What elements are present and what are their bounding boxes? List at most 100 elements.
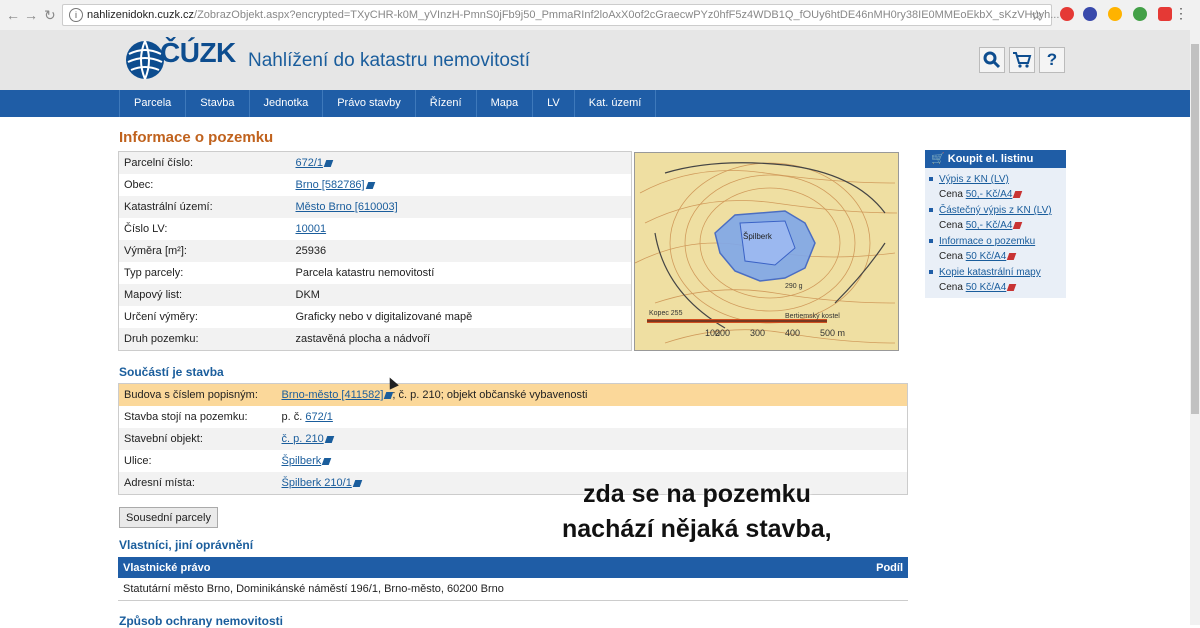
menu-icon[interactable]: ⋮: [1174, 5, 1188, 22]
row-label: Katastrální území:: [118, 196, 291, 218]
price-link[interactable]: 50 Kč/A4: [966, 251, 1007, 262]
nav-item-lv[interactable]: LV: [532, 90, 574, 117]
grammarly-extension-icon[interactable]: [1133, 7, 1147, 21]
table-row: Ulice: Špilberk: [118, 450, 908, 472]
buy-partial-extract-link[interactable]: Částečný výpis z KN (LV): [939, 205, 1052, 216]
opera-extension-icon[interactable]: [1060, 7, 1074, 21]
external-link-icon[interactable]: [365, 181, 375, 189]
row-label: Obec:: [118, 174, 291, 196]
list-item: Částečný výpis z KN (LV) Cena 50,- Kč/A4: [925, 203, 1066, 233]
site-header: ČÚZK Nahlížení do katastru nemovitostí ?: [0, 30, 1190, 90]
cadastral-map-thumbnail[interactable]: 100 200 300 400 500 m Špilberk Bertiemsk…: [634, 152, 899, 351]
browser-toolbar: ← → ↻ i nahlizenidokn.cuzk.cz/ZobrazObje…: [0, 0, 1200, 31]
logo-text[interactable]: ČÚZK: [160, 37, 236, 69]
external-link-icon[interactable]: [323, 159, 334, 167]
row-label: Stavba stojí na pozemku:: [118, 406, 277, 428]
address-bar[interactable]: i nahlizenidokn.cuzk.cz/ZobrazObjekt.asp…: [62, 4, 1059, 26]
map-label: Kopec 255: [649, 310, 683, 317]
row-value: Parcela katastru nemovitostí: [290, 262, 632, 284]
price-link[interactable]: 50 Kč/A4: [966, 282, 1007, 293]
pdf-icon[interactable]: [1013, 190, 1023, 198]
back-icon[interactable]: ←: [6, 7, 20, 23]
building-object-link[interactable]: č. p. 210: [282, 433, 324, 445]
price-link[interactable]: 50,- Kč/A4: [966, 189, 1013, 200]
nav-item-kat-uzemi[interactable]: Kat. území: [573, 90, 657, 117]
nav-item-jednotka[interactable]: Jednotka: [248, 90, 323, 117]
row-label: Ulice:: [118, 450, 277, 472]
external-link-icon[interactable]: [321, 457, 332, 465]
reload-icon[interactable]: ↻: [44, 7, 56, 24]
row-label: Budova s číslem popisným:: [118, 383, 277, 406]
pdf-icon[interactable]: [1007, 252, 1017, 260]
table-row: Parcelní číslo: 672/1: [118, 151, 632, 174]
map-label: Bertiemský kostel: [785, 313, 840, 320]
external-link-icon[interactable]: [324, 435, 334, 443]
site-title: Nahlížení do katastru nemovitostí: [248, 50, 530, 71]
table-row: Katastrální území: Město Brno [610003]: [118, 196, 632, 218]
row-label: Mapový list:: [118, 284, 291, 306]
scrollbar-thumb[interactable]: [1191, 44, 1199, 414]
parcel-info-table: Parcelní číslo: 672/1 Obec: Brno [582786] …: [118, 151, 632, 351]
extension-icon[interactable]: [1108, 7, 1122, 21]
buy-lv-extract-link[interactable]: Výpis z KN (LV): [939, 174, 1009, 185]
url-text: nahlizenidokn.cuzk.cz/ZobrazObjekt.aspx?…: [87, 9, 1059, 21]
owner-cell: Statutární město Brno, Dominikánské námě…: [118, 578, 908, 601]
nav-item-mapa[interactable]: Mapa: [475, 90, 533, 117]
video-subtitle-line-1: zda se na pozemku: [583, 480, 811, 508]
external-link-icon[interactable]: [352, 479, 363, 487]
row-label: Číslo LV:: [118, 218, 291, 240]
buy-document-title: Koupit el. listinu: [947, 153, 1034, 165]
buy-document-panel: 🛒 Koupit el. listinu Výpis z KN (LV) Cena…: [925, 150, 1066, 298]
map-image[interactable]: 100 200 300 400 500 m Špilberk Bertiemsk…: [635, 153, 899, 351]
neighbor-parcels-button[interactable]: Sousední parcely: [119, 507, 218, 528]
forward-icon[interactable]: →: [24, 7, 38, 23]
pdf-icon[interactable]: [1007, 283, 1017, 291]
price-label: Cena: [939, 189, 966, 200]
nav-item-parcela[interactable]: Parcela: [119, 90, 185, 117]
row-label: Stavební objekt:: [118, 428, 277, 450]
buy-map-copy-link[interactable]: Kopie katastrální mapy: [939, 267, 1041, 278]
column-header-share: Podíl: [691, 557, 908, 578]
price-link[interactable]: 50,- Kč/A4: [966, 220, 1013, 231]
table-row: Výměra [m²]: 25936: [118, 240, 632, 262]
table-row: Obec: Brno [582786]: [118, 174, 632, 196]
row-value: ; č. p. 210; objekt občanské vybavenosti: [392, 389, 588, 401]
parcel-number-link[interactable]: 672/1: [296, 157, 324, 169]
municipality-link[interactable]: Brno [582786]: [296, 179, 365, 191]
building-district-link[interactable]: Brno-město [411582]: [282, 389, 384, 401]
table-row: Číslo LV: 10001: [118, 218, 632, 240]
search-icon[interactable]: [979, 47, 1005, 73]
street-link[interactable]: Špilberk: [282, 455, 322, 467]
table-row: Statutární město Brno, Dominikánské námě…: [118, 578, 908, 601]
cadastral-area-link[interactable]: Město Brno [610003]: [296, 201, 398, 213]
map-scale-label: 500 m: [820, 328, 845, 338]
url-path: /ZobrazObjekt.aspx?encrypted=TXyCHR-k0M_…: [194, 9, 1060, 21]
nav-item-pravo-stavby[interactable]: Právo stavby: [322, 90, 415, 117]
table-row: Budova s číslem popisným: Brno-město [411…: [118, 383, 908, 406]
lv-number-link[interactable]: 10001: [296, 223, 327, 235]
cart-icon[interactable]: [1009, 47, 1035, 73]
nav-item-stavba[interactable]: Stavba: [185, 90, 248, 117]
row-value: DKM: [290, 284, 632, 306]
buy-document-header: 🛒 Koupit el. listinu: [925, 150, 1066, 168]
row-label: Parcelní číslo:: [118, 151, 291, 174]
page-scrollbar[interactable]: [1190, 30, 1200, 625]
pdf-icon[interactable]: [1013, 221, 1023, 229]
address-link[interactable]: Špilberk 210/1: [282, 477, 352, 489]
info-icon[interactable]: i: [69, 8, 83, 22]
table-row: Mapový list: DKM: [118, 284, 632, 306]
buy-parcel-info-link[interactable]: Informace o pozemku: [939, 236, 1035, 247]
map-label: 290 g: [785, 283, 803, 290]
owners-section-title: Vlastníci, jiní oprávnění: [119, 538, 254, 552]
list-item: Kopie katastrální mapy Cena 50 Kč/A4: [925, 265, 1066, 295]
nav-item-rizeni[interactable]: Řízení: [414, 90, 476, 117]
help-icon[interactable]: ?: [1039, 47, 1065, 73]
parcel-link[interactable]: 672/1: [305, 411, 333, 423]
extension-icon[interactable]: [1083, 7, 1097, 21]
list-item: Výpis z KN (LV) Cena 50,- Kč/A4: [925, 172, 1066, 202]
row-value-prefix: p. č.: [281, 411, 306, 423]
price-label: Cena: [939, 220, 966, 231]
bookmark-star-icon[interactable]: ☆: [1030, 7, 1043, 24]
row-label: Typ parcely:: [118, 262, 291, 284]
video-extension-icon[interactable]: [1158, 7, 1172, 21]
